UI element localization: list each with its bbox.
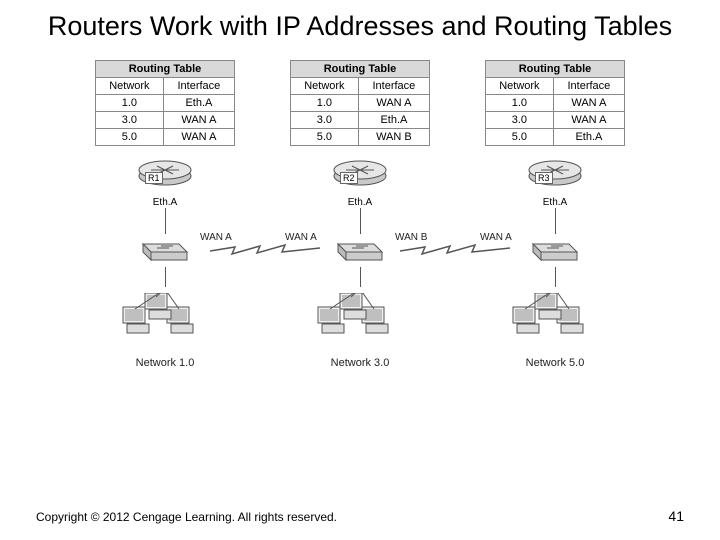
page-title: Routers Work with IP Addresses and Routi… [0, 0, 720, 52]
router-tag: R3 [535, 172, 553, 184]
computers-icon [505, 293, 605, 354]
cell: Eth.A [358, 111, 429, 128]
routing-table-2: Routing Table NetworkInterface 1.0WAN A … [290, 60, 430, 146]
col-interface: Interface [163, 77, 234, 94]
col-interface: Interface [553, 77, 624, 94]
copyright-text: Copyright © 2012 Cengage Learning. All r… [36, 510, 337, 524]
table-row: 1.0WAN A [486, 94, 625, 111]
table-row: 1.0WAN A [291, 94, 430, 111]
cell: 3.0 [486, 111, 554, 128]
cell: Eth.A [553, 128, 624, 145]
column-2: Routing Table NetworkInterface 1.0WAN A … [275, 60, 445, 369]
connector-line [555, 267, 556, 287]
router-tag: R1 [145, 172, 163, 184]
table-row: 3.0WAN A [486, 111, 625, 128]
table-row: 3.0Eth.A [291, 111, 430, 128]
cell: WAN A [553, 94, 624, 111]
network-label: Network 5.0 [526, 357, 585, 369]
cell: WAN B [358, 128, 429, 145]
table-title: Routing Table [291, 60, 430, 77]
connector-line [360, 267, 361, 287]
computers-icon [115, 293, 215, 354]
table-row: 3.0WAN A [96, 111, 235, 128]
connector-line [165, 208, 166, 234]
computers-icon [310, 293, 410, 354]
cell: 5.0 [291, 128, 359, 145]
col-interface: Interface [358, 77, 429, 94]
cell: WAN A [553, 111, 624, 128]
column-3: Routing Table NetworkInterface 1.0WAN A … [470, 60, 640, 369]
col-network: Network [486, 77, 554, 94]
routing-table-1: Routing Table NetworkInterface 1.0Eth.A … [95, 60, 235, 146]
router-icon: R1 [137, 156, 193, 196]
switch-icon [334, 234, 386, 267]
cell: 1.0 [96, 94, 164, 111]
routing-table-3: Routing Table NetworkInterface 1.0WAN A … [485, 60, 625, 146]
switch-icon [139, 234, 191, 267]
eth-label: Eth.A [348, 197, 372, 208]
network-label: Network 3.0 [331, 357, 390, 369]
connector-line [555, 208, 556, 234]
router-icon: R2 [332, 156, 388, 196]
cell: 3.0 [96, 111, 164, 128]
column-1: Routing Table NetworkInterface 1.0Eth.A … [80, 60, 250, 369]
router-tag: R2 [340, 172, 358, 184]
cell: WAN A [163, 128, 234, 145]
cell: 1.0 [291, 94, 359, 111]
col-network: Network [96, 77, 164, 94]
switch-icon [529, 234, 581, 267]
eth-label: Eth.A [543, 197, 567, 208]
table-title: Routing Table [486, 60, 625, 77]
cell: WAN A [358, 94, 429, 111]
cell: Eth.A [163, 94, 234, 111]
table-title: Routing Table [96, 60, 235, 77]
cell: 5.0 [486, 128, 554, 145]
connector-line [360, 208, 361, 234]
table-row: 1.0Eth.A [96, 94, 235, 111]
table-row: 5.0WAN B [291, 128, 430, 145]
connector-line [165, 267, 166, 287]
eth-label: Eth.A [153, 197, 177, 208]
router-icon: R3 [527, 156, 583, 196]
cell: 5.0 [96, 128, 164, 145]
cell: 1.0 [486, 94, 554, 111]
cell: 3.0 [291, 111, 359, 128]
col-network: Network [291, 77, 359, 94]
network-label: Network 1.0 [136, 357, 195, 369]
page-number: 41 [668, 508, 684, 524]
table-row: 5.0Eth.A [486, 128, 625, 145]
cell: WAN A [163, 111, 234, 128]
diagram: WAN A WAN A WAN B WAN A Routing Table Ne… [80, 60, 640, 369]
table-row: 5.0WAN A [96, 128, 235, 145]
